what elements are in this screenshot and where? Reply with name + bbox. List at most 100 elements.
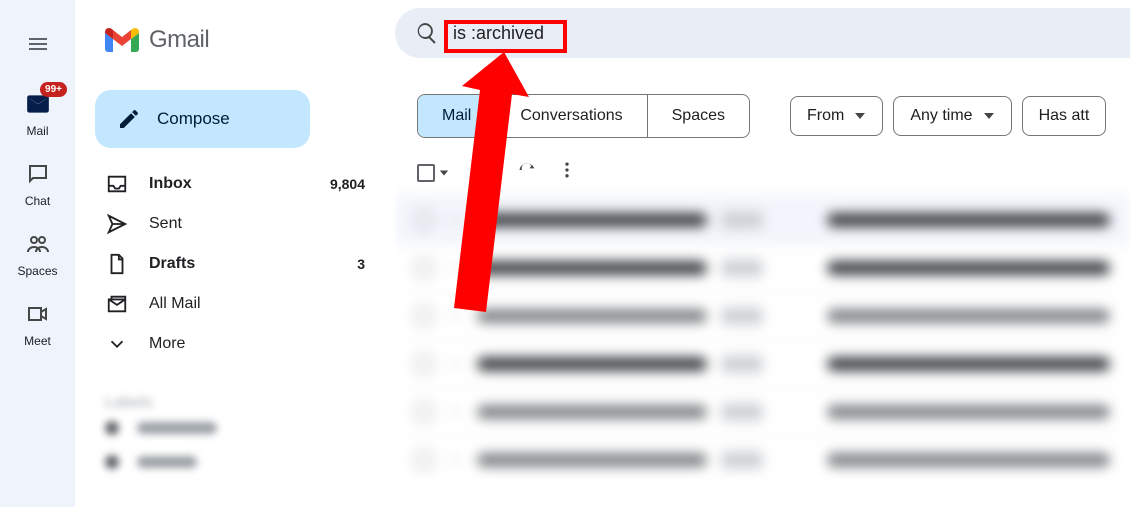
- star-icon[interactable]: ☆: [447, 353, 463, 374]
- filter-label: Has att: [1039, 107, 1090, 125]
- label-text: [137, 456, 197, 468]
- folder-allmail[interactable]: All Mail: [75, 284, 395, 324]
- folder-inbox[interactable]: Inbox 9,804: [75, 164, 395, 204]
- gmail-logo[interactable]: Gmail: [75, 15, 395, 65]
- message-row[interactable]: ☆: [395, 195, 1130, 243]
- refresh-icon: [517, 160, 537, 180]
- rail-label: Spaces: [17, 264, 57, 278]
- star-icon[interactable]: ☆: [447, 449, 463, 470]
- folder-label: All Mail: [149, 295, 365, 313]
- filter-label: From: [807, 107, 844, 125]
- filter-label: Any time: [910, 107, 972, 125]
- refresh-button[interactable]: [517, 160, 537, 185]
- allmail-icon: [106, 293, 128, 315]
- star-icon[interactable]: ☆: [447, 401, 463, 422]
- labels-header: Labels: [75, 394, 395, 411]
- message-list: ☆ ☆ ☆ ☆ ☆ ☆: [395, 195, 1130, 483]
- row-checkbox[interactable]: [415, 451, 433, 469]
- rail-item-spaces[interactable]: Spaces: [0, 228, 75, 278]
- folder-label: More: [149, 335, 365, 353]
- folder-label: Sent: [149, 215, 365, 233]
- subject: [827, 309, 1110, 323]
- more-button[interactable]: [557, 160, 577, 185]
- subject: [827, 405, 1110, 419]
- sender: [477, 453, 707, 467]
- drafts-icon: [106, 253, 128, 275]
- label-chip: [721, 403, 763, 421]
- folder-drafts[interactable]: Drafts 3: [75, 244, 395, 284]
- segment-mail[interactable]: Mail: [418, 95, 496, 137]
- message-row[interactable]: ☆: [395, 339, 1130, 387]
- more-vert-icon: [557, 160, 577, 180]
- message-row[interactable]: ☆: [395, 243, 1130, 291]
- search-results-panel: Mail Conversations Spaces From Any time …: [395, 80, 1130, 507]
- mail-badge: 99+: [40, 82, 67, 97]
- row-checkbox[interactable]: [415, 259, 433, 277]
- message-row[interactable]: ☆: [395, 387, 1130, 435]
- caret-down-icon: [854, 110, 866, 122]
- star-icon[interactable]: ☆: [447, 305, 463, 326]
- segment-conversations[interactable]: Conversations: [496, 95, 647, 137]
- subject: [827, 357, 1110, 371]
- list-toolbar: [395, 152, 1130, 195]
- search-icon: [415, 21, 439, 45]
- checkbox-icon: [417, 164, 435, 182]
- label-dot-icon: [105, 455, 119, 469]
- sent-icon: [106, 213, 128, 235]
- row-checkbox[interactable]: [415, 307, 433, 325]
- folder-label: Inbox: [149, 175, 330, 193]
- sender: [477, 405, 707, 419]
- subject: [827, 261, 1110, 275]
- label-chip: [721, 211, 763, 229]
- compose-button[interactable]: Compose: [95, 90, 310, 148]
- row-checkbox[interactable]: [415, 403, 433, 421]
- rail-item-chat[interactable]: Chat: [0, 158, 75, 208]
- message-row[interactable]: ☆: [395, 435, 1130, 483]
- label-chip: [721, 307, 763, 325]
- rail-label: Chat: [25, 194, 50, 208]
- row-checkbox[interactable]: [415, 355, 433, 373]
- star-icon[interactable]: ☆: [447, 257, 463, 278]
- folder-count: 9,804: [330, 176, 365, 192]
- subject: [827, 213, 1110, 227]
- rail-item-mail[interactable]: 99+ Mail: [0, 88, 75, 138]
- menu-icon: [26, 32, 50, 56]
- filter-has-attachment[interactable]: Has att: [1022, 96, 1107, 136]
- rail-label: Meet: [24, 334, 51, 348]
- label-item[interactable]: [75, 411, 395, 445]
- sender: [477, 213, 707, 227]
- label-chip: [721, 355, 763, 373]
- app-name: Gmail: [149, 26, 209, 54]
- sender: [477, 357, 707, 371]
- folder-sent[interactable]: Sent: [75, 204, 395, 244]
- label-item[interactable]: [75, 445, 395, 479]
- filter-anytime[interactable]: Any time: [893, 96, 1011, 136]
- chevron-down-icon: [106, 333, 128, 355]
- label-chip: [721, 451, 763, 469]
- filter-from[interactable]: From: [790, 96, 883, 136]
- pencil-icon: [117, 107, 141, 131]
- meet-icon: [26, 302, 50, 326]
- row-checkbox[interactable]: [415, 211, 433, 229]
- gmail-logo-icon: [105, 27, 139, 53]
- search-input[interactable]: [453, 23, 853, 44]
- message-row[interactable]: ☆: [395, 291, 1130, 339]
- caret-down-icon: [983, 110, 995, 122]
- star-icon[interactable]: ☆: [447, 209, 463, 230]
- main-menu-button[interactable]: [14, 20, 62, 68]
- rail-label: Mail: [26, 124, 48, 138]
- sidebar: Gmail Compose Inbox 9,804 Sent Drafts 3 …: [75, 0, 395, 507]
- sender: [477, 261, 707, 275]
- folder-more[interactable]: More: [75, 324, 395, 364]
- result-type-segment: Mail Conversations Spaces: [417, 94, 750, 138]
- label-text: [137, 422, 217, 434]
- search-bar[interactable]: [395, 8, 1130, 58]
- label-chip: [721, 259, 763, 277]
- subject: [827, 453, 1110, 467]
- segment-spaces[interactable]: Spaces: [648, 95, 749, 137]
- select-all-checkbox[interactable]: [417, 164, 449, 182]
- rail-item-meet[interactable]: Meet: [0, 298, 75, 348]
- caret-down-icon: [439, 168, 449, 178]
- app-rail: 99+ Mail Chat Spaces Meet: [0, 0, 75, 507]
- chat-icon: [26, 162, 50, 186]
